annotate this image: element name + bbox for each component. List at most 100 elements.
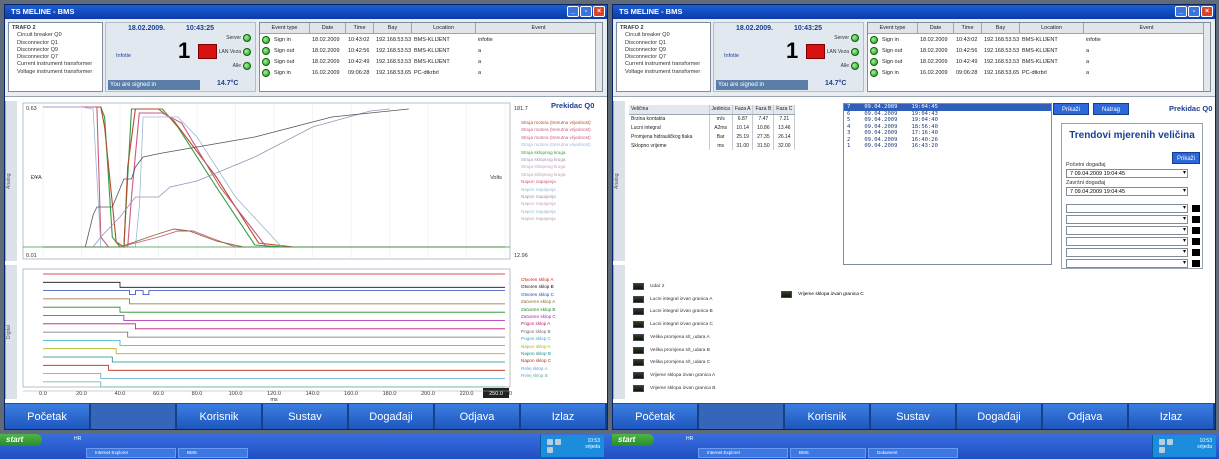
color-swatch[interactable] (1192, 205, 1200, 212)
nav-system-button[interactable]: Sustav (263, 404, 349, 429)
nav-blank-button[interactable] (699, 404, 785, 429)
col-time[interactable]: Time (954, 23, 982, 33)
nav-start-button[interactable]: Početak (5, 404, 91, 429)
taskbar-item[interactable]: BMS (790, 448, 866, 458)
start-event-select[interactable]: 7 09.04.2009 19:04:45 (1066, 169, 1188, 178)
show-button[interactable]: Prikaži (1053, 103, 1089, 115)
legend-entry[interactable]: Relej sklop A (520, 365, 606, 372)
volume-icon[interactable] (555, 439, 561, 445)
language-indicator[interactable]: HR (74, 436, 81, 442)
window-title-bar[interactable]: TS MELINE - BMS _ ▫ × (613, 5, 1215, 19)
nav-user-button[interactable]: Korisnik (785, 404, 871, 429)
trend-quantity-select-4[interactable] (1066, 237, 1188, 246)
minimize-button[interactable]: _ (567, 6, 579, 17)
tree-item[interactable]: Voltage instrument transformer (620, 69, 707, 76)
signal-item[interactable]: Velika promjena s/t_udara B (633, 346, 710, 354)
legend-entry[interactable]: Otvoren sklop A (520, 276, 606, 283)
tree-item[interactable]: Current instrument transformer (620, 61, 707, 68)
tree-item[interactable]: Circuit breaker Q0 (620, 32, 707, 39)
legend-entry[interactable]: Napon sklop B (520, 350, 606, 357)
end-event-select[interactable]: 7 09.04.2009 19:04:45 (1066, 187, 1188, 196)
tree-root[interactable]: TRAFO 2 (620, 25, 707, 32)
legend-entry[interactable]: Zatvoren sklop C (520, 313, 606, 320)
nav-exit-button[interactable]: Izlaz (521, 404, 607, 429)
legend-entry[interactable]: Struja motora (trenutna vrijednost) (520, 141, 606, 148)
color-swatch[interactable] (1192, 260, 1200, 267)
col-event-type[interactable]: Event type (868, 23, 918, 33)
event-row[interactable]: Sign out 18.02.2009 10:42:56 192.168.53.… (260, 45, 602, 56)
security-icon[interactable] (547, 447, 553, 453)
event-row[interactable]: Sign in 16.02.2009 09:06:28 192.168.53.6… (868, 67, 1210, 78)
table-row[interactable]: Brzina kontakta m/s 6.87 7.47 7.21 (629, 114, 796, 123)
col-time[interactable]: Time (346, 23, 374, 33)
tree-root[interactable]: TRAFO 2 (12, 25, 99, 32)
legend-entry[interactable]: Struja motora (trenutna vrijednost) (520, 134, 606, 141)
signal-item[interactable]: Vrijeme sklopa izvan granica B (633, 384, 715, 392)
nav-events-button[interactable]: Događaji (349, 404, 435, 429)
legend-entry[interactable]: Otvoren sklop B (520, 283, 606, 290)
col-event[interactable]: Event (1084, 23, 1210, 33)
event-row[interactable]: Sign out 18.02.2009 10:42:56 192.168.53.… (868, 45, 1210, 56)
trend-quantity-select-1[interactable] (1066, 204, 1188, 213)
tree-item[interactable]: Disconnector Q1 (620, 40, 707, 47)
event-row[interactable]: Sign in 16.02.2009 09:06:28 192.168.53.6… (260, 67, 602, 78)
close-button[interactable]: × (593, 6, 605, 17)
equipment-tree[interactable]: TRAFO 2 Circuit breaker Q0 Disconnector … (8, 22, 103, 92)
taskbar-item[interactable]: Dokument (868, 448, 958, 458)
window-title-bar[interactable]: TS MELINE - BMS _ ▫ × (5, 5, 607, 19)
col-location[interactable]: Location (1020, 23, 1084, 33)
nav-start-button[interactable]: Početak (613, 404, 699, 429)
taskbar-item[interactable]: BMS (178, 448, 248, 458)
legend-entry[interactable]: Pogon sklop C (520, 335, 606, 342)
tree-item[interactable]: Disconnector Q9 (620, 47, 707, 54)
waveform-chart[interactable]: 0.63 0.01 181.7 12.96 Ð¥A Volts 0.0 20.0 40.0 60.… (5, 97, 608, 403)
event-row[interactable]: Sign in 18.02.2009 10:43:02 192.168.53.5… (260, 34, 602, 45)
legend-entry[interactable]: Pogon sklop B (520, 328, 606, 335)
signal-item[interactable]: Lucni integral izvan granica A (633, 295, 712, 303)
event-row[interactable]: Sign out 18.02.2009 10:42:49 192.168.53.… (868, 56, 1210, 67)
nav-exit-button[interactable]: Izlaz (1129, 404, 1215, 429)
signal-item[interactable]: Lucni integral izvan granica B (633, 308, 713, 316)
minimize-button[interactable]: _ (1175, 6, 1187, 17)
legend-entry[interactable]: Napon napajanja (520, 215, 606, 222)
legend-entry[interactable]: Otvoren sklop C (520, 291, 606, 298)
trend-quantity-select-3[interactable] (1066, 226, 1188, 235)
tree-item[interactable]: Disconnector Q7 (620, 54, 707, 61)
legend-entry[interactable]: Struja sklopnog kruga (520, 163, 606, 170)
col-date[interactable]: Date (310, 23, 346, 33)
legend-entry[interactable]: Zatvoren sklop B (520, 306, 606, 313)
col-date[interactable]: Date (918, 23, 954, 33)
trend-quantity-select-5[interactable] (1066, 248, 1188, 257)
col-event[interactable]: Event (476, 23, 602, 33)
nav-user-button[interactable]: Korisnik (177, 404, 263, 429)
color-swatch[interactable] (1192, 238, 1200, 245)
date-list-item[interactable]: 1 09.04.2009 16:43:20 (844, 143, 1051, 150)
start-button[interactable]: start (0, 434, 42, 446)
nav-events-button[interactable]: Događaji (957, 404, 1043, 429)
legend-entry[interactable]: Struja sklopnog kruga (520, 171, 606, 178)
signal-item[interactable]: Udar 2 (633, 283, 664, 290)
event-list-scrollbar[interactable] (1203, 23, 1210, 91)
maximize-button[interactable]: ▫ (1188, 6, 1200, 17)
volume-icon[interactable] (1167, 439, 1173, 445)
legend-entry[interactable]: Zatvoren sklop A (520, 298, 606, 305)
event-date-list[interactable]: 7 09.04.2009 19:04:45 6 09.04.2009 19:04:43 5 0… (843, 103, 1052, 265)
tab-analog[interactable]: Analog (613, 101, 625, 261)
legend-entry[interactable]: Struja motora (trenutna vrijednost) (520, 126, 606, 133)
col-bay[interactable]: Bay (374, 23, 412, 33)
legend-entry[interactable]: Struja sklopnog kruga (520, 149, 606, 156)
alarm-flag-icon[interactable] (806, 44, 825, 59)
signal-item[interactable]: Lucni integral izvan granica C (633, 321, 713, 329)
show-trend-button[interactable]: Prikaži (1172, 152, 1200, 164)
security-icon[interactable] (1159, 447, 1165, 453)
col-event-type[interactable]: Event type (260, 23, 310, 33)
legend-entry[interactable]: Napon sklop C (520, 357, 606, 364)
legend-entry[interactable]: Struja sklopnog kruga (520, 156, 606, 163)
signal-item[interactable]: Velika promjena s/t_udara C (633, 359, 710, 367)
legend-entry[interactable]: Napon napajanja (520, 208, 606, 215)
equipment-tree[interactable]: TRAFO 2 Circuit breaker Q0 Disconnector … (616, 22, 711, 92)
network-icon[interactable] (1159, 439, 1165, 445)
color-swatch[interactable] (1192, 227, 1200, 234)
taskbar-item[interactable]: Internet Explorer (698, 448, 788, 458)
tree-item[interactable]: Circuit breaker Q0 (12, 32, 99, 39)
